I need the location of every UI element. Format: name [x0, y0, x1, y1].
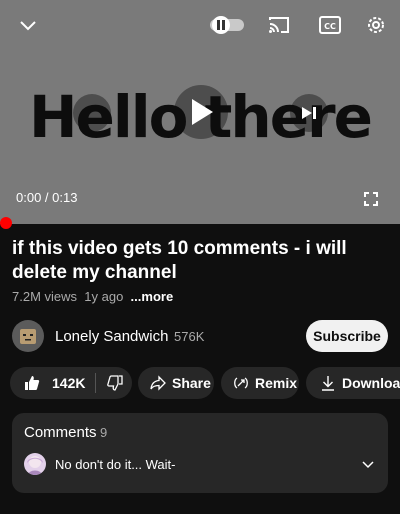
- play-icon[interactable]: [186, 96, 218, 128]
- view-count: 7.2M views: [12, 289, 78, 304]
- dislike-button[interactable]: [96, 367, 124, 399]
- video-title[interactable]: if this video gets 10 comments - i will …: [12, 237, 382, 285]
- commenter-avatar: [24, 453, 46, 475]
- comments-count: 9: [100, 425, 108, 440]
- comments-card[interactable]: Comments 9 No don't do it... Wait-: [12, 413, 388, 493]
- like-count: 142K: [52, 375, 86, 391]
- video-player[interactable]: CC Hello there 0:00 / 0:13: [0, 0, 400, 224]
- download-icon: [320, 375, 336, 391]
- upload-age: 1y ago: [84, 289, 124, 304]
- like-dislike-pill: 142K: [10, 367, 132, 399]
- comments-title: Comments: [24, 424, 97, 441]
- channel-avatar[interactable]: [12, 320, 44, 352]
- time-separator: /: [41, 190, 53, 205]
- subscriber-count: 576K: [174, 329, 205, 344]
- settings-gear-icon[interactable]: [364, 13, 388, 37]
- remix-icon: [233, 375, 249, 391]
- share-button[interactable]: Share: [138, 367, 214, 399]
- channel-name[interactable]: Lonely Sandwich: [55, 328, 168, 345]
- like-button[interactable]: 142K: [10, 367, 85, 399]
- svg-text:CC: CC: [324, 22, 336, 31]
- action-bar: 142K Share Remix Download: [10, 367, 400, 399]
- thumbs-down-icon: [107, 375, 124, 391]
- top-comment-text: No don't do it... Wait-: [55, 457, 176, 472]
- subscribe-button[interactable]: Subscribe: [306, 320, 388, 352]
- more-link[interactable]: ...more: [131, 289, 174, 304]
- autoplay-toggle[interactable]: [210, 16, 246, 34]
- captions-icon[interactable]: CC: [318, 15, 342, 35]
- thumbs-up-icon: [24, 375, 40, 391]
- remix-label: Remix: [255, 375, 298, 391]
- share-label: Share: [172, 375, 211, 391]
- expand-chevron-icon[interactable]: [360, 459, 376, 471]
- collapse-chevron-icon[interactable]: [16, 14, 40, 38]
- playback-time: 0:00 / 0:13: [16, 190, 77, 205]
- download-button[interactable]: Download: [306, 367, 400, 399]
- channel-row[interactable]: Lonely Sandwich 576K Subscribe: [12, 320, 388, 352]
- share-icon: [150, 375, 166, 391]
- cast-icon[interactable]: [267, 14, 291, 36]
- total-time: 0:13: [52, 190, 78, 205]
- next-icon[interactable]: [298, 103, 320, 123]
- progress-scrubber[interactable]: [0, 217, 12, 229]
- remix-button[interactable]: Remix: [221, 367, 299, 399]
- download-label: Download: [342, 375, 400, 391]
- fullscreen-icon[interactable]: [362, 190, 380, 208]
- current-time: 0:00: [16, 190, 42, 205]
- video-meta[interactable]: 7.2M views 1y ago ...more: [12, 289, 173, 304]
